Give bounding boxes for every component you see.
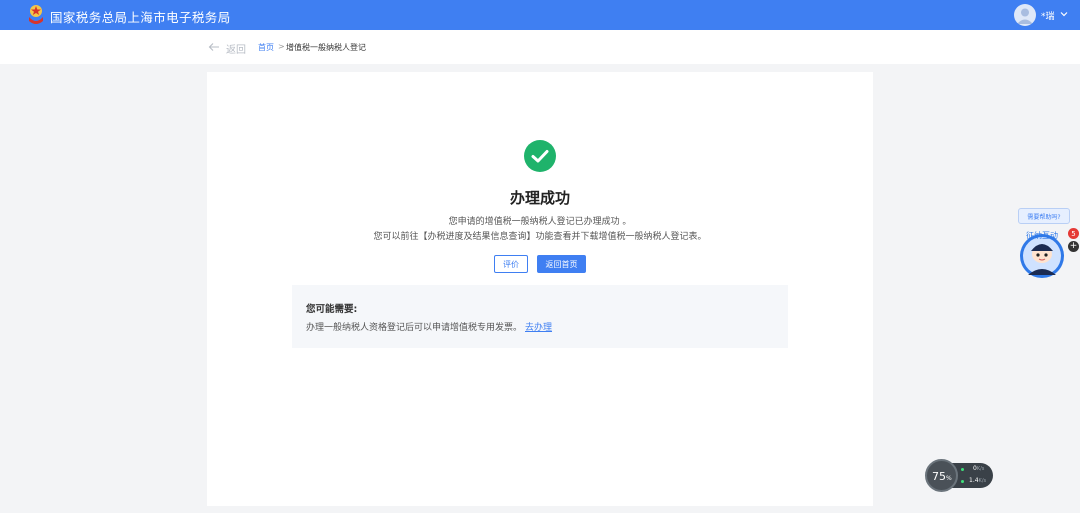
assistant-expand-icon[interactable]: + [1068, 241, 1079, 252]
user-avatar[interactable] [1014, 4, 1036, 26]
result-message-line-1: 您申请的增值税一般纳税人登记已办理成功 。 [448, 217, 632, 227]
go-handle-link[interactable]: 去办理 [525, 320, 552, 333]
suggestion-panel [292, 285, 788, 348]
suggestion-title: 您可能需要: [306, 304, 358, 315]
breadcrumb-current: 增值税一般纳税人登记 [286, 43, 366, 52]
check-circle-icon [524, 140, 556, 172]
assistant-avatar-text: 征纳互动 [1026, 230, 1058, 240]
chevron-down-icon[interactable] [1059, 9, 1069, 19]
help-bubble[interactable]: 需要帮助吗? [1018, 208, 1070, 224]
tax-emblem-icon [29, 5, 43, 24]
top-header: 国家税务总局上海市电子税务局 *瑞 [0, 0, 1080, 30]
back-arrow-icon[interactable] [208, 41, 220, 53]
network-usage-dial: 75% [925, 459, 958, 492]
upload-speed: 0K/s [973, 465, 985, 472]
download-speed: 1.4K/s [969, 477, 987, 484]
breadcrumb-bar: 返回 首页 > 增值税一般纳税人登记 [0, 30, 1080, 64]
user-icon [1017, 8, 1033, 24]
success-title: 办理成功 [509, 189, 570, 207]
result-message-line-2: 您可以前往【办税进度及结果信息查询】功能查看并下载增值税一般纳税人登记表。 [373, 232, 707, 242]
network-monitor-widget[interactable]: 75% [925, 459, 993, 492]
breadcrumb-separator: > [278, 42, 285, 51]
download-indicator-icon [961, 480, 964, 483]
network-usage-percent: 75% [932, 470, 952, 483]
site-title[interactable]: 国家税务总局上海市电子税务局 [50, 7, 231, 26]
assistant-avatar-icon[interactable]: 征纳互动 [1018, 229, 1066, 279]
assistant-notification-badge: 5 [1068, 228, 1079, 239]
user-name[interactable]: *瑞 [1041, 9, 1055, 22]
return-home-button[interactable]: 返回首页 [537, 255, 586, 273]
suggestion-text: 办理一般纳税人资格登记后可以申请增值税专用发票。 [306, 323, 523, 333]
rate-button[interactable]: 评价 [494, 255, 528, 273]
upload-indicator-icon [961, 468, 964, 471]
breadcrumb-home[interactable]: 首页 [258, 42, 274, 53]
back-button[interactable]: 返回 [226, 41, 246, 56]
